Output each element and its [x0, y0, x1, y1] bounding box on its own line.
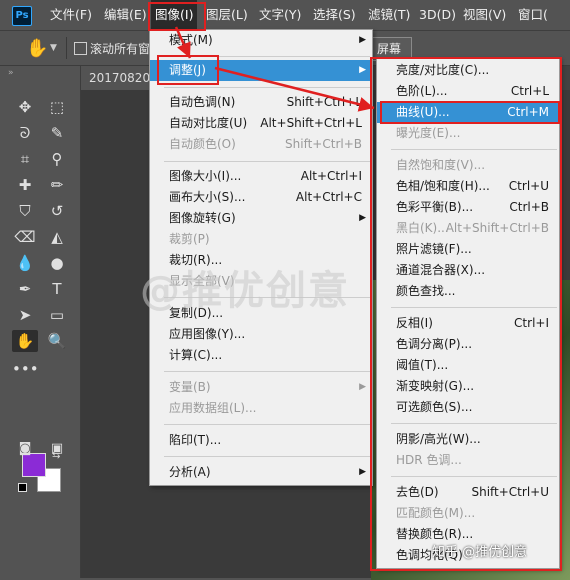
menu-divider — [164, 424, 370, 425]
image-menu-item-label: 应用数据组(L)... — [169, 401, 257, 415]
healing-brush-tool-icon[interactable]: ✚ — [12, 174, 38, 196]
image-menu-item-label: 变量(B) — [169, 380, 211, 394]
chevron-right-icon: ▶ — [359, 382, 366, 392]
image-menu-item-label: 裁剪(P) — [169, 232, 210, 246]
menu-divider — [164, 456, 370, 457]
image-menu-item-label: 计算(C)... — [169, 348, 223, 362]
menu-file[interactable]: 文件(F) — [50, 0, 92, 30]
image-menu-item[interactable]: 画布大小(S)... Alt+Ctrl+C — [150, 187, 372, 208]
image-menu-item[interactable]: 自动色调(N) Shift+Ctrl+L — [150, 92, 372, 113]
image-menu-item: 自动颜色(O) Shift+Ctrl+B — [150, 134, 372, 155]
chevron-right-icon: ▶ — [359, 35, 366, 45]
default-colors-icon[interactable] — [18, 483, 27, 492]
image-menu-item-label: 分析(A) — [169, 465, 211, 479]
scroll-all-windows-checkbox[interactable] — [74, 42, 87, 55]
screen-mode-icon[interactable]: ▣ — [44, 438, 70, 460]
image-menu-item[interactable]: 陷印(T)... — [150, 430, 372, 451]
move-tool-icon[interactable]: ✥ — [12, 96, 38, 118]
pen-tool-icon[interactable]: ✒ — [12, 278, 38, 300]
image-menu-item-label: 画布大小(S)... — [169, 190, 246, 204]
blur-tool-icon[interactable]: 💧 — [12, 252, 38, 274]
chevron-right-icon: ▶ — [359, 467, 366, 477]
image-menu-item[interactable]: 分析(A) ▶ — [150, 462, 372, 483]
hand-tool-icon[interactable]: ✋ — [26, 38, 48, 59]
image-menu-item-label: 应用图像(Y)... — [169, 327, 246, 341]
tools-panel: » ✥ ⬚ ᘐ ✎ ⌗ ⚲ ✚ ✏ ⛉ ↺ ⌫ ◭ 💧 ● ✒ T ➤ ▭ ✋ … — [0, 66, 81, 578]
history-brush-tool-icon[interactable]: ↺ — [44, 200, 70, 222]
menu-bar: Ps 文件(F) 编辑(E) 图像(I) 图层(L) 文字(Y) 选择(S) 滤… — [0, 0, 570, 31]
image-menu-item-shortcut: Alt+Shift+Ctrl+L — [260, 116, 362, 130]
panel-grip-icon[interactable]: » — [8, 68, 15, 78]
type-tool-icon[interactable]: T — [44, 278, 70, 300]
image-menu-item-shortcut: Shift+Ctrl+B — [285, 137, 362, 151]
image-menu-item-label: 自动颜色(O) — [169, 137, 236, 151]
annotation-box-submenu — [370, 57, 562, 571]
image-menu-item[interactable]: 应用图像(Y)... — [150, 324, 372, 345]
menu-window[interactable]: 窗口( — [518, 0, 548, 30]
hand-tool-icon[interactable]: ✋ — [12, 330, 38, 352]
image-menu-item-label: 陷印(T)... — [169, 433, 222, 447]
quick-mask-icon[interactable]: ◙ — [12, 438, 38, 460]
menu-type[interactable]: 文字(Y) — [259, 0, 301, 30]
marquee-tool-icon[interactable]: ⬚ — [44, 96, 70, 118]
menu-3d[interactable]: 3D(D) — [419, 0, 456, 30]
zoom-tool-icon[interactable]: 🔍 — [44, 330, 70, 352]
image-menu-item[interactable]: 图像大小(I)... Alt+Ctrl+I — [150, 166, 372, 187]
image-menu-item-shortcut: Alt+Ctrl+I — [300, 169, 362, 183]
path-select-tool-icon[interactable]: ➤ — [12, 304, 38, 326]
image-menu-item[interactable]: 计算(C)... — [150, 345, 372, 366]
eyedropper-tool-icon[interactable]: ⚲ — [44, 148, 70, 170]
annotation-box-adjust — [157, 55, 219, 85]
annotation-box-image-menu — [148, 2, 206, 31]
scroll-all-windows-label: 滚动所有窗 — [90, 42, 151, 56]
more-tools-icon[interactable]: ••• — [12, 358, 39, 380]
image-menu-item-label: 自动对比度(U) — [169, 116, 248, 130]
document-tab[interactable]: 20170820_ — [81, 66, 159, 90]
image-menu-item: 应用数据组(L)... — [150, 398, 372, 419]
chevron-right-icon: ▶ — [359, 65, 366, 75]
clone-stamp-tool-icon[interactable]: ⛉ — [12, 200, 38, 222]
menu-edit[interactable]: 编辑(E) — [104, 0, 147, 30]
crop-tool-icon[interactable]: ⌗ — [12, 148, 38, 170]
photoshop-logo: Ps — [12, 6, 32, 26]
lasso-tool-icon[interactable]: ᘐ — [12, 122, 38, 144]
image-menu-item[interactable]: 模式(M) ▶ — [150, 30, 372, 51]
rectangle-tool-icon[interactable]: ▭ — [44, 304, 70, 326]
image-menu-item: 变量(B) ▶ — [150, 377, 372, 398]
image-menu-item-label: 图像旋转(G) — [169, 211, 236, 225]
image-menu-item: 裁剪(P) — [150, 229, 372, 250]
brush-tool-icon[interactable]: ✏ — [44, 174, 70, 196]
image-menu-item-shortcut: Alt+Ctrl+C — [295, 190, 362, 204]
annotation-box-curves — [380, 101, 560, 124]
menu-divider — [164, 371, 370, 372]
menu-filter[interactable]: 滤镜(T) — [368, 0, 410, 30]
image-menu-item-label: 模式(M) — [169, 33, 213, 47]
image-menu-item-label: 图像大小(I)... — [169, 169, 242, 183]
menu-divider — [164, 161, 370, 162]
chevron-right-icon: ▶ — [359, 213, 366, 223]
paint-bucket-tool-icon[interactable]: ◭ — [44, 226, 70, 248]
dodge-tool-icon[interactable]: ● — [44, 252, 70, 274]
divider — [66, 37, 67, 59]
watermark: @推优创意 — [140, 268, 350, 314]
eraser-tool-icon[interactable]: ⌫ — [12, 226, 38, 248]
menu-divider — [164, 87, 370, 88]
image-menu-item[interactable]: 自动对比度(U) Alt+Shift+Ctrl+L — [150, 113, 372, 134]
chevron-down-icon[interactable]: ▼ — [50, 43, 57, 53]
menu-view[interactable]: 视图(V) — [463, 0, 506, 30]
image-menu-item[interactable]: 图像旋转(G) ▶ — [150, 208, 372, 229]
menu-layer[interactable]: 图层(L) — [206, 0, 248, 30]
quick-select-tool-icon[interactable]: ✎ — [44, 122, 70, 144]
image-menu-item-label: 自动色调(N) — [169, 95, 236, 109]
menu-select[interactable]: 选择(S) — [313, 0, 356, 30]
image-menu-item-shortcut: Shift+Ctrl+L — [286, 95, 362, 109]
